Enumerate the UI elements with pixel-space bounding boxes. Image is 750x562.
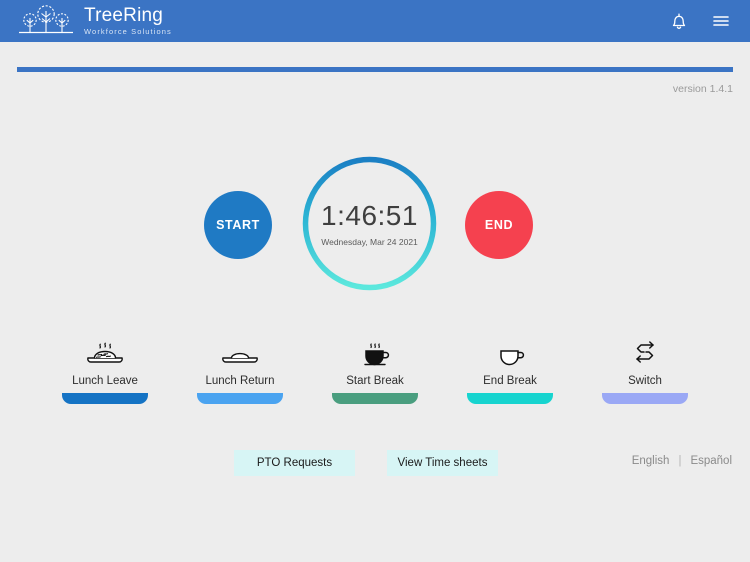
brand-tagline: Workforce Solutions: [84, 26, 172, 36]
steaming-cup-icon: [354, 340, 396, 368]
clock-time: 1:46:51: [321, 200, 418, 231]
action-bar: [467, 393, 553, 404]
action-lunch-return[interactable]: Lunch Return: [197, 340, 283, 405]
end-button[interactable]: END: [465, 191, 533, 259]
language-switcher: English | Español: [632, 455, 732, 467]
action-label: Switch: [628, 375, 662, 387]
action-bar: [332, 393, 418, 404]
switch-arrows-icon: [624, 340, 666, 368]
action-end-break[interactable]: End Break: [467, 340, 553, 405]
view-timesheets-button[interactable]: View Time sheets: [387, 450, 498, 476]
action-label: Lunch Return: [205, 375, 275, 387]
action-label: End Break: [483, 375, 537, 387]
empty-plate-icon: [219, 340, 261, 368]
action-bar: [602, 393, 688, 404]
action-lunch-leave[interactable]: Lunch Leave: [62, 340, 148, 405]
tree-logo-icon: [16, 4, 76, 38]
brand-name: TreeRing: [84, 4, 164, 26]
brand-logo[interactable]: TreeRing Workforce Solutions: [16, 4, 172, 38]
steaming-plate-icon: [84, 340, 126, 368]
app-header: TreeRing Workforce Solutions: [0, 0, 750, 42]
language-spanish[interactable]: Español: [690, 455, 732, 467]
clock-widget: 1:46:51 Wednesday, Mar 24 2021: [301, 155, 438, 292]
action-bar: [62, 393, 148, 404]
action-bar: [197, 393, 283, 404]
language-separator: |: [678, 455, 682, 467]
empty-cup-icon: [489, 340, 531, 368]
bell-icon[interactable]: [668, 10, 690, 32]
header-divider-bar: [17, 67, 733, 72]
pto-requests-button[interactable]: PTO Requests: [234, 450, 355, 476]
version-label: version 1.4.1: [672, 83, 733, 95]
action-start-break[interactable]: Start Break: [332, 340, 418, 405]
action-buttons-row: Lunch Leave Lunch Return Start Break End…: [62, 340, 688, 405]
clock-date: Wednesday, Mar 24 2021: [321, 237, 418, 247]
action-switch[interactable]: Switch: [602, 340, 688, 405]
action-label: Start Break: [346, 375, 404, 387]
language-english[interactable]: English: [632, 455, 670, 467]
hamburger-menu-icon[interactable]: [710, 10, 732, 32]
start-button[interactable]: START: [204, 191, 272, 259]
action-label: Lunch Leave: [72, 375, 138, 387]
